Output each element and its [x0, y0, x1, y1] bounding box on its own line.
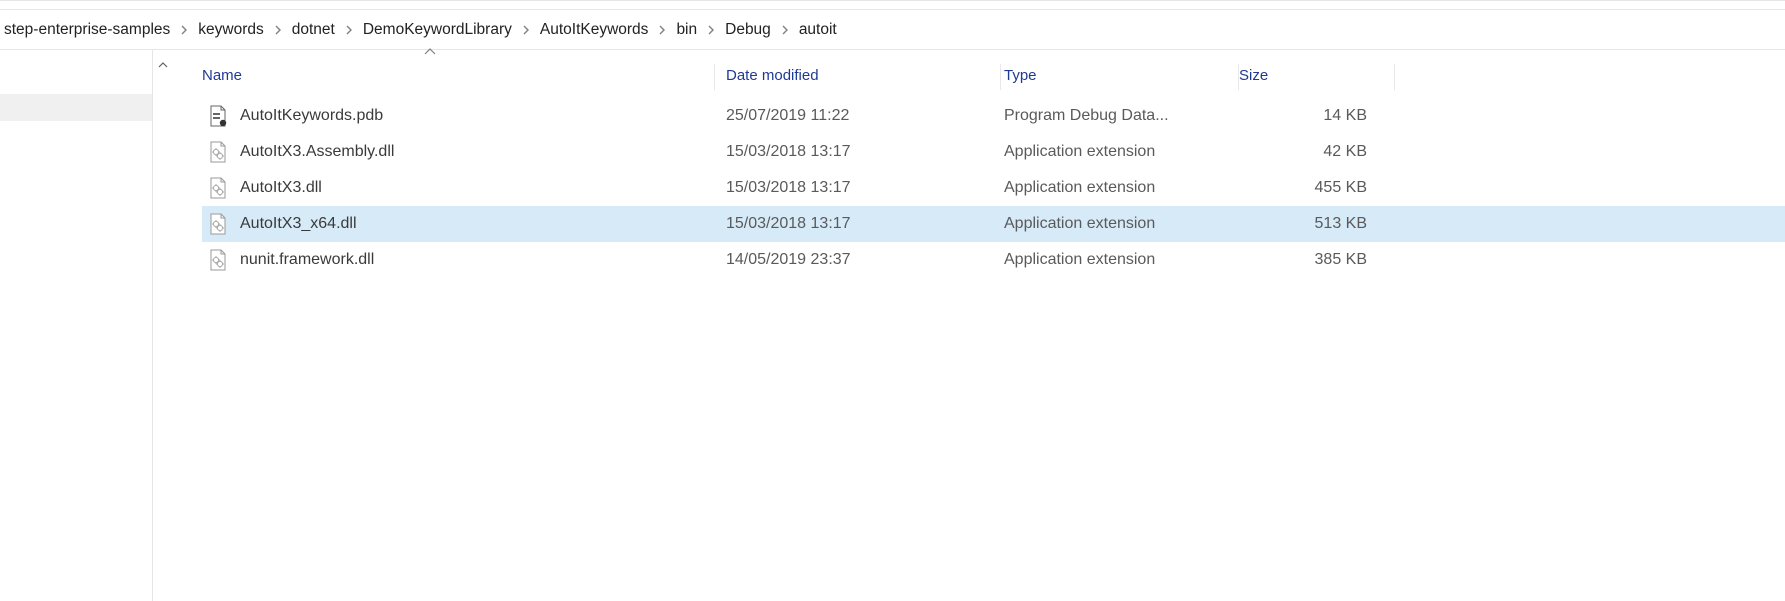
- file-name-label: nunit.framework.dll: [240, 251, 374, 269]
- file-rows: AutoItKeywords.pdb 25/07/2019 11:22Progra…: [202, 98, 1785, 278]
- file-name-label: AutoItKeywords.pdb: [240, 107, 383, 125]
- breadcrumb-segment[interactable]: DemoKeywordLibrary: [363, 21, 512, 39]
- breadcrumb-segment[interactable]: autoit: [799, 21, 837, 39]
- file-type-cell: Application extension: [992, 215, 1227, 233]
- chevron-right-icon[interactable]: [697, 25, 725, 35]
- chevron-up-icon: [424, 48, 436, 56]
- file-date-cell: 15/03/2018 13:17: [712, 143, 992, 161]
- file-size-cell: 513 KB: [1227, 215, 1377, 233]
- content-area: Name Date modified Type Size AutoItKeywo…: [0, 50, 1785, 601]
- file-type-cell: Application extension: [992, 143, 1227, 161]
- column-divider[interactable]: [1394, 64, 1395, 90]
- dll-file-icon: [208, 249, 228, 271]
- breadcrumb-segment[interactable]: Debug: [725, 21, 771, 39]
- file-size-cell: 14 KB: [1227, 107, 1377, 125]
- file-name-label: AutoItX3.dll: [240, 179, 322, 197]
- file-name-label: AutoItX3_x64.dll: [240, 215, 357, 233]
- file-name-label: AutoItX3.Assembly.dll: [240, 143, 394, 161]
- file-size-cell: 42 KB: [1227, 143, 1377, 161]
- file-type-cell: Application extension: [992, 179, 1227, 197]
- file-date-cell: 15/03/2018 13:17: [712, 179, 992, 197]
- breadcrumb-segment[interactable]: dotnet: [292, 21, 335, 39]
- file-type-cell: Program Debug Data...: [992, 107, 1227, 125]
- column-header-name[interactable]: Name: [202, 67, 712, 84]
- chevron-right-icon[interactable]: [648, 25, 676, 35]
- tree-scroll-up[interactable]: [152, 50, 172, 601]
- file-type-cell: Application extension: [992, 251, 1227, 269]
- sort-indicator: [424, 48, 436, 56]
- tree-area[interactable]: [0, 50, 152, 601]
- file-name-cell[interactable]: nunit.framework.dll: [202, 249, 712, 271]
- breadcrumb-segment[interactable]: AutoItKeywords: [540, 21, 649, 39]
- file-size-cell: 385 KB: [1227, 251, 1377, 269]
- chevron-up-icon: [158, 60, 168, 70]
- file-date-cell: 15/03/2018 13:17: [712, 215, 992, 233]
- chevron-right-icon[interactable]: [170, 25, 198, 35]
- column-divider[interactable]: [1000, 64, 1001, 90]
- file-name-cell[interactable]: AutoItX3.Assembly.dll: [202, 141, 712, 163]
- column-header-type[interactable]: Type: [992, 67, 1227, 84]
- file-name-cell[interactable]: AutoItKeywords.pdb: [202, 105, 712, 127]
- columns-header: Name Date modified Type Size: [202, 56, 1785, 94]
- pdb-file-icon: [208, 105, 228, 127]
- column-header-size[interactable]: Size: [1227, 67, 1377, 84]
- file-list-pane: Name Date modified Type Size AutoItKeywo…: [172, 50, 1785, 601]
- file-name-cell[interactable]: AutoItX3.dll: [202, 177, 712, 199]
- breadcrumb-bar[interactable]: step-enterprise-samples keywords dotnet Dem…: [0, 10, 1785, 50]
- file-date-cell: 25/07/2019 11:22: [712, 107, 992, 125]
- breadcrumb-segment[interactable]: keywords: [198, 21, 263, 39]
- file-size-cell: 455 KB: [1227, 179, 1377, 197]
- navigation-pane: [0, 50, 172, 601]
- file-row[interactable]: AutoItKeywords.pdb 25/07/2019 11:22Progra…: [202, 98, 1785, 134]
- breadcrumb-segment[interactable]: step-enterprise-samples: [4, 21, 170, 39]
- file-row[interactable]: AutoItX3.Assembly.dll 15/03/2018 13:17App…: [202, 134, 1785, 170]
- column-header-date[interactable]: Date modified: [712, 67, 992, 84]
- column-divider[interactable]: [1238, 64, 1239, 90]
- file-date-cell: 14/05/2019 23:37: [712, 251, 992, 269]
- breadcrumb-segment[interactable]: bin: [676, 21, 697, 39]
- file-name-cell[interactable]: AutoItX3_x64.dll: [202, 213, 712, 235]
- chevron-right-icon[interactable]: [335, 25, 363, 35]
- tree-selected-row[interactable]: [0, 94, 152, 121]
- window-top-border: [0, 0, 1785, 10]
- chevron-right-icon[interactable]: [771, 25, 799, 35]
- dll-file-icon: [208, 141, 228, 163]
- dll-file-icon: [208, 213, 228, 235]
- file-row[interactable]: nunit.framework.dll 14/05/2019 23:37Appli…: [202, 242, 1785, 278]
- file-row[interactable]: AutoItX3_x64.dll 15/03/2018 13:17Applicat…: [202, 206, 1785, 242]
- file-row[interactable]: AutoItX3.dll 15/03/2018 13:17Application …: [202, 170, 1785, 206]
- chevron-right-icon[interactable]: [264, 25, 292, 35]
- dll-file-icon: [208, 177, 228, 199]
- chevron-right-icon[interactable]: [512, 25, 540, 35]
- column-divider[interactable]: [714, 64, 715, 90]
